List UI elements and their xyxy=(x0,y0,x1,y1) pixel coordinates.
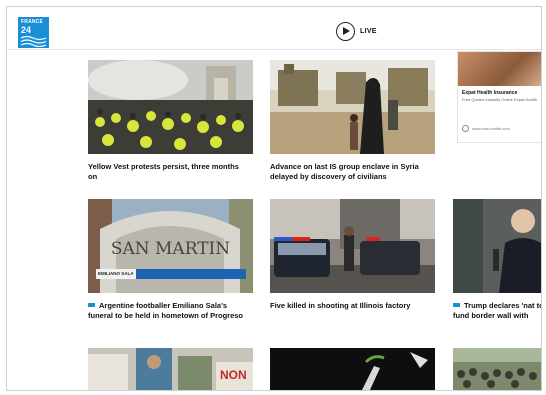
article-card[interactable]: NON xyxy=(88,348,253,390)
article-headline[interactable]: Five killed in shooting at Illinois fact… xyxy=(270,301,434,311)
article-image-sala: SAN MARTIN EMILIANO SALA xyxy=(88,199,253,293)
article-headline[interactable]: Trump declares 'nat to fund border wall … xyxy=(453,301,542,321)
protest-sign-text: NON xyxy=(220,368,247,382)
ad-image xyxy=(458,52,541,86)
globe-icon xyxy=(462,125,469,132)
video-tag-icon xyxy=(453,303,460,307)
browser-viewport: FRANCE 24 LIVE Yellow Vest protests pers… xyxy=(6,6,542,391)
strip-text: EMILIANO SALA xyxy=(98,271,134,276)
article-image-yellow-vest xyxy=(88,60,253,154)
article-image-illinois xyxy=(270,199,435,293)
sign-text: SAN MARTIN xyxy=(110,239,231,259)
live-button[interactable]: LIVE xyxy=(336,20,377,42)
site-header: FRANCE 24 LIVE xyxy=(7,7,541,50)
logo-waves-icon xyxy=(20,35,47,47)
article-image-trump xyxy=(453,199,541,293)
article-headline-text: Trump declares 'nat to fund border wall … xyxy=(453,301,542,320)
france24-logo[interactable]: FRANCE 24 xyxy=(18,17,49,48)
article-card[interactable]: Yellow Vest protests persist, three mont… xyxy=(88,60,253,190)
article-image-crowd xyxy=(453,348,541,390)
article-image-syria xyxy=(270,60,435,154)
video-tag-icon xyxy=(88,303,95,307)
article-card[interactable]: Advance on last IS group enclave in Syri… xyxy=(270,60,435,190)
article-card[interactable] xyxy=(270,348,435,390)
ad-url-text: www.now-health.com xyxy=(472,126,510,131)
article-card[interactable]: SAN MARTIN EMILIANO SALA Argentine footb… xyxy=(88,199,253,339)
play-icon xyxy=(336,21,355,41)
article-card[interactable] xyxy=(453,348,541,390)
article-headline[interactable]: Yellow Vest protests persist, three mont… xyxy=(88,162,248,182)
live-label: LIVE xyxy=(360,27,377,35)
article-image-protest-signs: NON xyxy=(88,348,253,390)
article-image-dark xyxy=(270,348,435,390)
ad-title: Expat Health Insurance xyxy=(462,90,518,96)
logo-text-24: 24 xyxy=(21,25,32,35)
sponsored-ad[interactable]: Expat Health Insurance Free Quotes Insta… xyxy=(457,51,541,143)
article-card[interactable]: Trump declares 'nat to fund border wall … xyxy=(453,199,541,329)
article-card[interactable]: Five killed in shooting at Illinois fact… xyxy=(270,199,435,319)
ad-text: Free Quotes Instantly Online Expat Healt… xyxy=(462,97,537,102)
article-headline[interactable]: Argentine footballer Emiliano Sala's fun… xyxy=(88,301,252,321)
article-headline-text: Argentine footballer Emiliano Sala's fun… xyxy=(88,301,244,320)
article-headline[interactable]: Advance on last IS group enclave in Syri… xyxy=(270,162,432,182)
ad-url: www.now-health.com xyxy=(462,125,510,132)
